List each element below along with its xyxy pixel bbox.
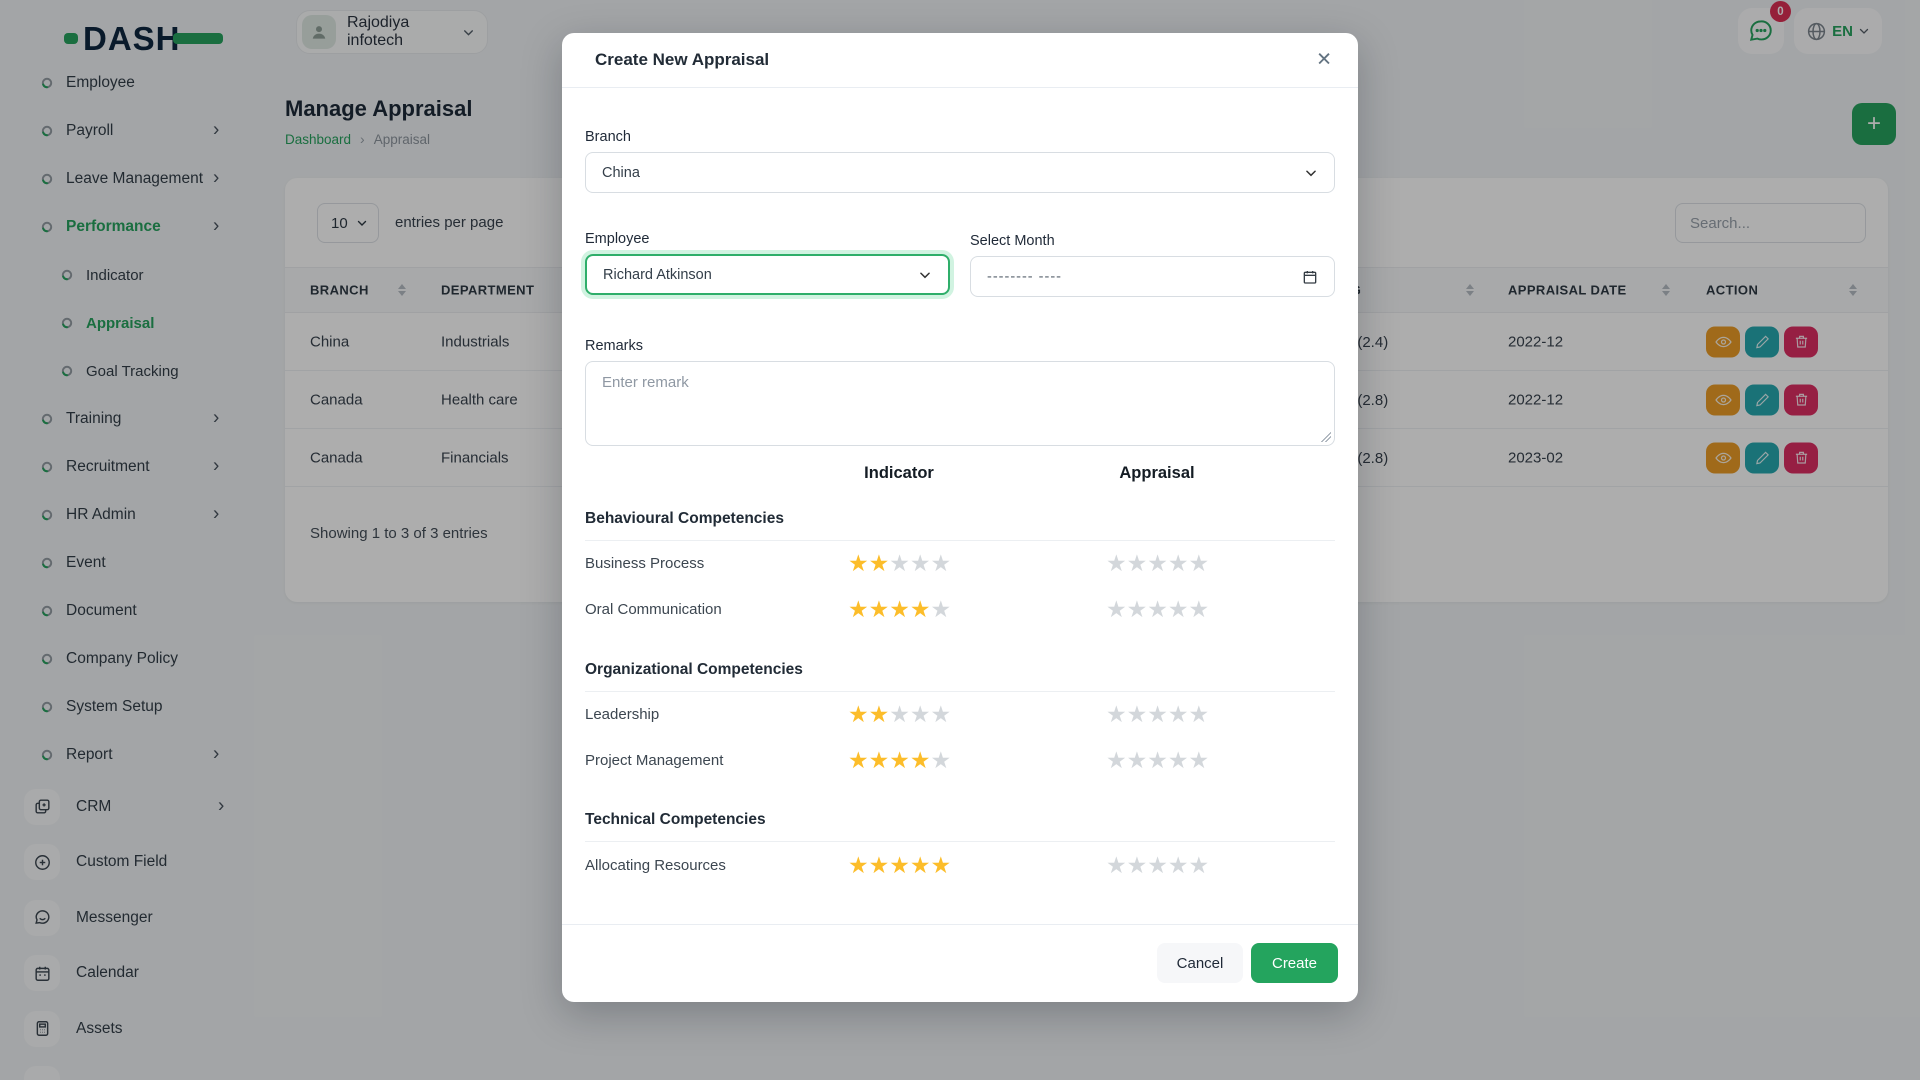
- competency-label: Business Process: [585, 555, 704, 572]
- star-icon[interactable]: ★: [910, 854, 930, 877]
- chevron-down-icon: [918, 268, 932, 282]
- star-icon[interactable]: ★: [1168, 598, 1188, 621]
- chevron-down-icon: [1304, 166, 1318, 180]
- star-icon[interactable]: ★: [910, 749, 930, 772]
- branch-select[interactable]: China: [585, 152, 1335, 193]
- competency-label: Leadership: [585, 706, 659, 723]
- star-icon[interactable]: ★: [1168, 854, 1188, 877]
- star-icon[interactable]: ★: [1188, 854, 1208, 877]
- appraisal-column-header: Appraisal: [1057, 464, 1257, 483]
- close-icon[interactable]: ✕: [1316, 51, 1332, 70]
- divider: [585, 841, 1335, 842]
- competency-label: Allocating Resources: [585, 857, 726, 874]
- star-icon[interactable]: ★: [1106, 854, 1126, 877]
- indicator-rating-stars[interactable]: ★★★★★: [799, 703, 999, 726]
- modal-title: Create New Appraisal: [595, 50, 769, 70]
- resize-handle[interactable]: [1321, 432, 1331, 442]
- month-input[interactable]: -------- ----: [970, 256, 1335, 297]
- star-icon[interactable]: ★: [889, 598, 909, 621]
- employee-value: Richard Atkinson: [603, 267, 712, 283]
- remarks-label: Remarks: [585, 338, 643, 354]
- employee-label: Employee: [585, 231, 649, 247]
- star-icon[interactable]: ★: [889, 854, 909, 877]
- star-icon[interactable]: ★: [1147, 749, 1167, 772]
- star-icon[interactable]: ★: [848, 749, 868, 772]
- star-icon[interactable]: ★: [1106, 749, 1126, 772]
- star-icon[interactable]: ★: [910, 703, 930, 726]
- modal-header: Create New Appraisal ✕: [562, 33, 1358, 88]
- indicator-rating-stars[interactable]: ★★★★★: [799, 552, 999, 575]
- appraisal-rating-stars[interactable]: ★★★★★: [1057, 854, 1257, 877]
- cancel-button[interactable]: Cancel: [1157, 943, 1243, 983]
- section-title: Behavioural Competencies: [585, 510, 1335, 528]
- star-icon[interactable]: ★: [930, 703, 950, 726]
- star-icon[interactable]: ★: [848, 703, 868, 726]
- create-appraisal-modal: Create New Appraisal ✕ Branch China Empl…: [562, 33, 1358, 1002]
- star-icon[interactable]: ★: [889, 749, 909, 772]
- star-icon[interactable]: ★: [889, 703, 909, 726]
- appraisal-rating-stars[interactable]: ★★★★★: [1057, 598, 1257, 621]
- indicator-rating-stars[interactable]: ★★★★★: [799, 854, 999, 877]
- appraisal-rating-stars[interactable]: ★★★★★: [1057, 552, 1257, 575]
- star-icon[interactable]: ★: [1106, 552, 1126, 575]
- create-button[interactable]: Create: [1251, 943, 1338, 983]
- star-icon[interactable]: ★: [1188, 598, 1208, 621]
- divider: [585, 691, 1335, 692]
- indicator-column-header: Indicator: [799, 464, 999, 483]
- star-icon[interactable]: ★: [1147, 552, 1167, 575]
- star-icon[interactable]: ★: [1188, 703, 1208, 726]
- star-icon[interactable]: ★: [930, 598, 950, 621]
- star-icon[interactable]: ★: [869, 552, 889, 575]
- star-icon[interactable]: ★: [869, 598, 889, 621]
- star-icon[interactable]: ★: [848, 552, 868, 575]
- appraisal-rating-stars[interactable]: ★★★★★: [1057, 749, 1257, 772]
- star-icon[interactable]: ★: [869, 749, 889, 772]
- star-icon[interactable]: ★: [1147, 854, 1167, 877]
- star-icon[interactable]: ★: [930, 552, 950, 575]
- star-icon[interactable]: ★: [869, 854, 889, 877]
- star-icon[interactable]: ★: [1188, 552, 1208, 575]
- section-title: Technical Competencies: [585, 811, 1335, 829]
- appraisal-rating-stars[interactable]: ★★★★★: [1057, 703, 1257, 726]
- star-icon[interactable]: ★: [1127, 854, 1147, 877]
- remarks-placeholder: Enter remark: [602, 374, 689, 391]
- competency-label: Project Management: [585, 752, 723, 769]
- star-icon[interactable]: ★: [1127, 598, 1147, 621]
- star-icon[interactable]: ★: [889, 552, 909, 575]
- competency-label: Oral Communication: [585, 601, 722, 618]
- divider: [585, 540, 1335, 541]
- star-icon[interactable]: ★: [1127, 749, 1147, 772]
- employee-select[interactable]: Richard Atkinson: [585, 254, 950, 295]
- indicator-rating-stars[interactable]: ★★★★★: [799, 749, 999, 772]
- star-icon[interactable]: ★: [869, 703, 889, 726]
- star-icon[interactable]: ★: [1147, 703, 1167, 726]
- star-icon[interactable]: ★: [1147, 598, 1167, 621]
- star-icon[interactable]: ★: [910, 598, 930, 621]
- star-icon[interactable]: ★: [1106, 703, 1126, 726]
- star-icon[interactable]: ★: [1127, 552, 1147, 575]
- star-icon[interactable]: ★: [930, 854, 950, 877]
- star-icon[interactable]: ★: [1127, 703, 1147, 726]
- calendar-icon[interactable]: [1302, 269, 1318, 285]
- star-icon[interactable]: ★: [848, 598, 868, 621]
- star-icon[interactable]: ★: [910, 552, 930, 575]
- star-icon[interactable]: ★: [1168, 552, 1188, 575]
- star-icon[interactable]: ★: [848, 854, 868, 877]
- star-icon[interactable]: ★: [1188, 749, 1208, 772]
- star-icon[interactable]: ★: [1168, 749, 1188, 772]
- star-icon[interactable]: ★: [1168, 703, 1188, 726]
- branch-value: China: [602, 165, 640, 181]
- section-title: Organizational Competencies: [585, 661, 1335, 679]
- remarks-textarea[interactable]: Enter remark: [585, 361, 1335, 446]
- indicator-rating-stars[interactable]: ★★★★★: [799, 598, 999, 621]
- month-label: Select Month: [970, 233, 1055, 249]
- star-icon[interactable]: ★: [1106, 598, 1126, 621]
- branch-label: Branch: [585, 129, 631, 145]
- modal-footer: Cancel Create: [562, 924, 1358, 1002]
- star-icon[interactable]: ★: [930, 749, 950, 772]
- month-placeholder: -------- ----: [987, 269, 1062, 285]
